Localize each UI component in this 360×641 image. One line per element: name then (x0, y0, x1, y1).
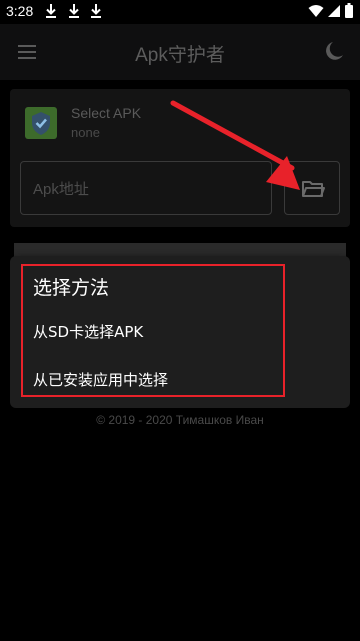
apk-path-placeholder: Apk地址 (33, 181, 89, 198)
apk-path-input[interactable]: Apk地址 (20, 161, 272, 215)
moon-icon[interactable] (324, 40, 346, 62)
apk-version: none (71, 125, 100, 140)
option-from-sd-card[interactable]: 从SD卡选择APK (33, 321, 143, 342)
apk-name: Select APK (71, 105, 142, 121)
wifi-icon (308, 5, 324, 17)
dialog-title: 选择方法 (33, 277, 110, 299)
folder-icon (302, 181, 325, 197)
apk-card: Select APK none Apk地址 (10, 89, 350, 227)
download-icon (91, 4, 101, 18)
footer-copyright: © 2019 - 2020 Тимашков Иван (96, 413, 264, 427)
shield-icon (25, 107, 57, 139)
status-time: 3:28 (6, 3, 34, 19)
option-from-installed-apps[interactable]: 从已安装应用中选择 (33, 369, 168, 390)
battery-icon (345, 3, 353, 18)
choose-method-dialog: 选择方法 从SD卡选择APK 从已安装应用中选择 (10, 256, 350, 408)
app-title: Apk守护者 (135, 45, 225, 66)
status-bar: 3:28 (0, 0, 360, 24)
folder-button[interactable] (284, 161, 340, 215)
signal-icon (328, 5, 340, 17)
download-icon (46, 4, 56, 18)
download-icon (69, 4, 79, 18)
screen: 3:28 Apk守护者 Select APK none Apk地址 © 2019… (0, 0, 360, 641)
app-toolbar: Apk守护者 (0, 24, 360, 80)
